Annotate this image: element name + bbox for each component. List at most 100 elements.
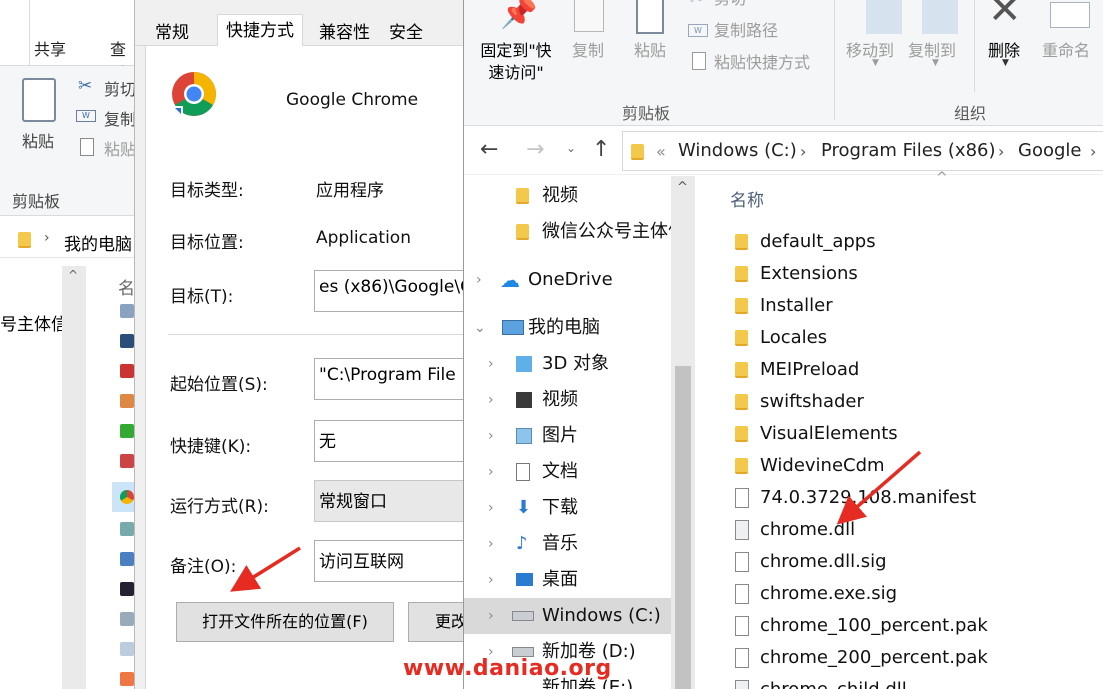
- start-in-field[interactable]: "C:\Program File: [314, 358, 466, 400]
- cut-button[interactable]: 剪切: [714, 0, 746, 10]
- file-row[interactable]: VisualElements: [728, 418, 1103, 450]
- copy-path-icon[interactable]: W: [688, 24, 708, 37]
- file-row[interactable]: chrome_child.dll: [728, 674, 1103, 689]
- expand-chevron-icon[interactable]: ›: [488, 454, 494, 490]
- file-row[interactable]: chrome_200_percent.pak: [728, 642, 1103, 674]
- chevron-right-icon[interactable]: ›: [1090, 142, 1096, 161]
- tree-item-videos-quick[interactable]: 视频: [464, 178, 671, 214]
- clipboard-paste-icon[interactable]: [636, 0, 664, 34]
- paste-button[interactable]: 粘贴: [630, 40, 670, 62]
- scissors-icon[interactable]: ✂: [690, 0, 703, 8]
- expand-chevron-icon[interactable]: ›: [488, 346, 494, 382]
- rename-button[interactable]: 重命名: [1042, 40, 1090, 62]
- bg-tab-share[interactable]: 共享: [34, 36, 66, 60]
- bg-paste-label[interactable]: 粘贴: [22, 128, 54, 152]
- bg-tab-file[interactable]: [10, 0, 30, 66]
- expand-chevron-icon[interactable]: ›: [488, 526, 494, 562]
- expand-chevron-icon[interactable]: ›: [476, 262, 482, 298]
- copy-path-button[interactable]: 复制路径: [714, 20, 778, 42]
- tree-item-onedrive[interactable]: › ☁ OneDrive: [464, 262, 671, 298]
- move-to-icon[interactable]: [866, 0, 902, 34]
- paste-shortcut-button[interactable]: 粘贴快捷方式: [714, 52, 810, 74]
- bg-paste-shortcut-label[interactable]: 粘贴: [104, 136, 136, 160]
- tab-shortcut[interactable]: 快捷方式: [217, 14, 303, 47]
- file-row[interactable]: Installer: [728, 290, 1103, 322]
- copy-to-icon[interactable]: [922, 0, 958, 34]
- file-row[interactable]: Extensions: [728, 258, 1103, 290]
- breadcrumb-google[interactable]: Google: [1018, 140, 1081, 161]
- tree-item-3d-objects[interactable]: › 3D 对象: [464, 346, 671, 382]
- breadcrumb-drive[interactable]: Windows (C:): [678, 140, 797, 161]
- collapse-chevron-icon[interactable]: ⌄: [474, 310, 486, 346]
- tree-item-documents[interactable]: › 文档: [464, 454, 671, 490]
- tab-general[interactable]: 常规: [147, 20, 197, 46]
- file-row[interactable]: swiftshader: [728, 386, 1103, 418]
- shortcut-icon[interactable]: [120, 454, 134, 468]
- pin-quick-access-button[interactable]: 固定到"快 速访问": [474, 40, 558, 84]
- clipboard-paste-icon[interactable]: [22, 78, 56, 122]
- bg-copy-path-label[interactable]: 复制: [104, 106, 136, 130]
- shortcut-icon[interactable]: [120, 424, 134, 438]
- dropdown-arrow-icon[interactable]: ▼: [872, 58, 879, 68]
- file-row[interactable]: chrome.dll: [728, 514, 1103, 546]
- expand-chevron-icon[interactable]: ›: [488, 490, 494, 526]
- file-row[interactable]: chrome.dll.sig: [728, 546, 1103, 578]
- rename-icon[interactable]: [1050, 2, 1090, 28]
- shortcut-icon[interactable]: [120, 552, 134, 566]
- tree-item-this-pc[interactable]: ⌄ 我的电脑: [464, 310, 671, 346]
- delete-x-icon[interactable]: ✕: [988, 0, 1022, 32]
- tab-security[interactable]: 安全: [381, 20, 431, 46]
- tree-item-videos[interactable]: › 视频: [464, 382, 671, 418]
- file-row[interactable]: chrome.exe.sig: [728, 578, 1103, 610]
- recent-dropdown-icon[interactable]: ⌄: [566, 141, 576, 155]
- shortcut-icon[interactable]: [120, 522, 134, 536]
- file-row[interactable]: default_apps: [728, 226, 1103, 258]
- chevron-right-icon[interactable]: ›: [800, 142, 806, 161]
- bg-column-header[interactable]: 名: [118, 274, 135, 299]
- change-icon-button[interactable]: 更改: [408, 602, 466, 642]
- bg-cut-label[interactable]: 剪切: [104, 76, 136, 100]
- forward-arrow-icon[interactable]: →: [526, 137, 544, 162]
- bg-address-bar[interactable]: › 我的电脑: [0, 222, 140, 258]
- open-file-location-button[interactable]: 打开文件所在的位置(F): [176, 602, 394, 642]
- scroll-up-icon[interactable]: ^: [677, 180, 688, 195]
- shortcut-key-field[interactable]: 无: [314, 420, 466, 462]
- copy-icon[interactable]: [574, 0, 604, 32]
- tree-item-desktop[interactable]: › 桌面: [464, 562, 671, 598]
- expand-chevron-icon[interactable]: ›: [488, 382, 494, 418]
- shortcut-icon[interactable]: [120, 394, 134, 408]
- expand-chevron-icon[interactable]: ›: [488, 418, 494, 454]
- paste-shortcut-icon[interactable]: [692, 52, 706, 70]
- back-arrow-icon[interactable]: ←: [480, 137, 498, 162]
- file-row[interactable]: chrome_100_percent.pak: [728, 610, 1103, 642]
- tree-item-music[interactable]: › ♪ 音乐: [464, 526, 671, 562]
- dropdown-arrow-icon[interactable]: ▼: [1002, 58, 1009, 68]
- expand-chevron-icon[interactable]: ›: [488, 598, 494, 634]
- breadcrumb-program-files[interactable]: Program Files (x86): [821, 140, 996, 161]
- copy-button[interactable]: 复制: [568, 40, 608, 62]
- run-select[interactable]: 常规窗口: [314, 480, 466, 522]
- shortcut-icon[interactable]: [120, 582, 134, 596]
- copy-path-icon[interactable]: W: [76, 110, 96, 122]
- shortcut-icon[interactable]: [120, 334, 134, 348]
- tab-compatibility[interactable]: 兼容性: [311, 20, 378, 46]
- move-to-button[interactable]: 移动到: [846, 40, 894, 62]
- pin-icon[interactable]: 📌: [500, 0, 537, 31]
- chevron-right-icon[interactable]: ›: [998, 142, 1004, 161]
- bg-nav-item[interactable]: 号主体信: [0, 310, 68, 335]
- scrollbar-thumb[interactable]: [675, 366, 691, 689]
- paste-shortcut-icon[interactable]: [80, 138, 94, 156]
- bg-address-text[interactable]: 我的电脑: [64, 230, 132, 255]
- shortcut-icon[interactable]: [120, 612, 134, 626]
- shortcut-icon[interactable]: [120, 642, 134, 656]
- expand-chevron-icon[interactable]: ›: [488, 562, 494, 598]
- file-row[interactable]: 74.0.3729.108.manifest: [728, 482, 1103, 514]
- shortcut-icon[interactable]: [120, 364, 134, 378]
- tree-item-wechat[interactable]: 微信公众号主体信: [464, 214, 671, 250]
- file-row[interactable]: Locales: [728, 322, 1103, 354]
- bg-nav-scrollbar[interactable]: ^: [62, 266, 86, 689]
- nav-scrollbar[interactable]: ^: [671, 176, 695, 689]
- tree-item-windows-c[interactable]: › Windows (C:): [464, 598, 671, 634]
- chrome-icon[interactable]: [120, 490, 134, 504]
- shortcut-icon[interactable]: [120, 304, 134, 318]
